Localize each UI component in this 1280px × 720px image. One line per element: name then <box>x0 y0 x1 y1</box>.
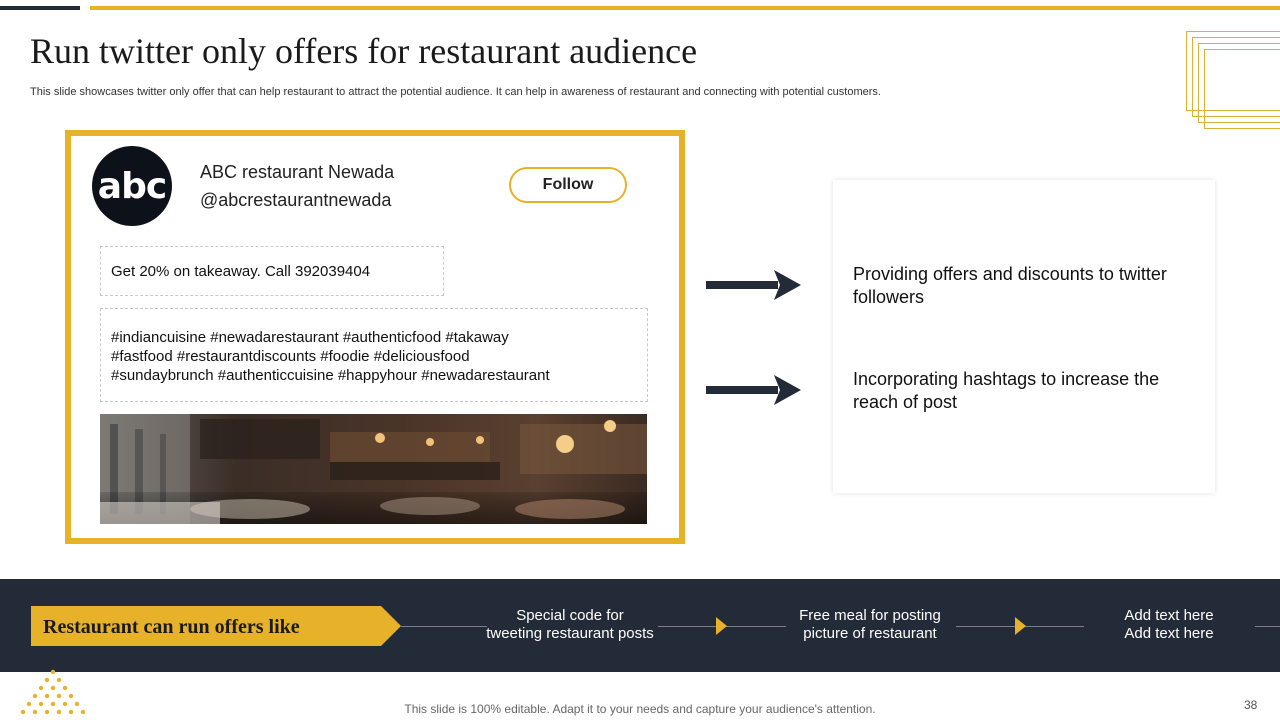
restaurant-photo <box>100 414 647 524</box>
offer-step-line: picture of restaurant <box>803 625 937 642</box>
slide-subtitle: This slide showcases twitter only offer … <box>30 86 881 98</box>
page-number: 38 <box>1244 698 1258 712</box>
tweet-offer-text: Get 20% on takeaway. Call 392039404 <box>100 246 444 296</box>
restaurant-photo-illustration <box>100 414 647 524</box>
top-accent-bar-dark <box>0 6 80 10</box>
decor-frame <box>1204 49 1280 129</box>
offer-step-line: Add text here <box>1124 607 1214 624</box>
offer-step-2: Free meal for posting picture of restaur… <box>770 607 970 643</box>
slide-title: Run twitter only offers for restaurant a… <box>30 31 698 71</box>
offer-step-line: tweeting restaurant posts <box>486 625 654 642</box>
right-arrow-icon <box>706 375 801 405</box>
offer-step-line: Special code for <box>516 607 624 624</box>
chevron-triangle-icon <box>1015 617 1026 635</box>
point-hashtags-text: Incorporating hashtags to increase the r… <box>853 369 1160 412</box>
offer-step-3: Add text here Add text here <box>1069 607 1269 643</box>
offer-step-line: Free meal for posting <box>799 607 941 624</box>
hashtag-line: #fastfood #restaurantdiscounts #foodie #… <box>111 348 470 365</box>
follow-button[interactable]: Follow <box>509 167 627 203</box>
top-accent-bar-gold <box>90 6 1280 10</box>
hashtag-line: #sundaybrunch #authenticcuisine #happyho… <box>111 367 550 384</box>
hashtag-line: #indiancuisine #newadarestaurant #authen… <box>111 329 509 346</box>
banner-label: Restaurant can run offers like <box>43 616 300 638</box>
footer-note: This slide is 100% editable. Adapt it to… <box>404 702 876 716</box>
account-handle: @abcrestaurantnewada <box>200 190 392 210</box>
right-arrow-icon <box>706 270 801 300</box>
offer-step-1: Special code for tweeting restaurant pos… <box>470 607 670 643</box>
account-name: ABC restaurant Newada <box>200 162 395 182</box>
connector-line <box>1255 626 1280 627</box>
chevron-triangle-icon <box>716 617 727 635</box>
point-offers-text: Providing offers and discounts to twitte… <box>853 264 1167 307</box>
offer-step-line: Add text here <box>1124 625 1214 642</box>
points-card <box>833 180 1215 493</box>
abc-logo-icon: abc <box>92 146 172 226</box>
tweet-hashtags: #indiancuisine #newadarestaurant #authen… <box>100 308 648 402</box>
